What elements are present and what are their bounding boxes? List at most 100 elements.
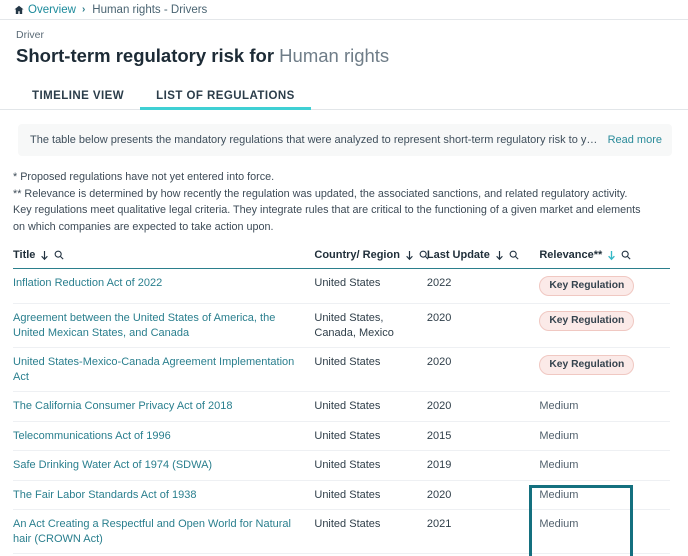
sort-down-icon[interactable] xyxy=(607,250,616,261)
regulation-link[interactable]: The California Consumer Privacy Act of 2… xyxy=(13,400,233,412)
cell-country-region: United States xyxy=(314,348,427,392)
cell-country-region: United States xyxy=(314,269,427,304)
cell-last-update: 2021 xyxy=(427,510,527,554)
page-title: Short-term regulatory risk for Human rig… xyxy=(16,44,688,67)
breadcrumb: Overview › Human rights - Drivers xyxy=(0,0,688,20)
table-header: Title Country/ Region xyxy=(13,249,670,269)
cell-country-region: United States, Canada, Mexico xyxy=(314,304,427,348)
relevance-value: Medium xyxy=(539,518,578,530)
cell-spacer xyxy=(634,421,670,451)
cell-country-region: United States xyxy=(314,480,427,510)
sort-down-icon[interactable] xyxy=(40,250,49,261)
read-more-link[interactable]: Read more xyxy=(598,134,662,146)
column-header-last-update[interactable]: Last Update xyxy=(427,249,527,269)
column-header-country-label: Country/ Region xyxy=(314,249,400,261)
table-body: Inflation Reduction Act of 2022 United St… xyxy=(13,269,670,556)
cell-last-update: 2020 xyxy=(427,480,527,510)
cell-country-region: United States xyxy=(314,451,427,481)
sort-down-icon[interactable] xyxy=(495,250,504,261)
regulation-link[interactable]: Safe Drinking Water Act of 1974 (SDWA) xyxy=(13,459,212,471)
cell-spacer xyxy=(634,480,670,510)
cell-title: Safe Drinking Water Act of 1974 (SDWA) xyxy=(13,451,314,481)
regulations-table-wrapper: Title Country/ Region xyxy=(0,249,688,556)
search-icon[interactable] xyxy=(621,250,631,260)
cell-relevance: Key Regulation xyxy=(527,304,633,348)
column-header-relevance[interactable]: Relevance** xyxy=(527,249,633,269)
cell-relevance: Medium xyxy=(527,510,633,554)
cell-title: The Fair Labor Standards Act of 1938 xyxy=(13,480,314,510)
regulation-link[interactable]: Inflation Reduction Act of 2022 xyxy=(13,277,162,289)
cell-relevance: Medium xyxy=(527,421,633,451)
cell-relevance: Medium xyxy=(527,392,633,422)
column-header-spacer xyxy=(634,249,670,269)
cell-title: Telecommunications Act of 1996 xyxy=(13,421,314,451)
regulation-link[interactable]: The Fair Labor Standards Act of 1938 xyxy=(13,489,196,501)
cell-spacer xyxy=(634,392,670,422)
column-header-country-region[interactable]: Country/ Region xyxy=(314,249,427,269)
info-banner: The table below presents the mandatory r… xyxy=(18,124,672,156)
home-icon xyxy=(14,5,24,15)
table-row: Inflation Reduction Act of 2022 United St… xyxy=(13,269,670,304)
cell-last-update: 2020 xyxy=(427,348,527,392)
table-row: The Fair Labor Standards Act of 1938 Unit… xyxy=(13,480,670,510)
column-header-last-update-label: Last Update xyxy=(427,249,490,261)
cell-spacer xyxy=(634,451,670,481)
cell-title: United States-Mexico-Canada Agreement Im… xyxy=(13,348,314,392)
footnote-proposed: * Proposed regulations have not yet ente… xyxy=(13,169,646,186)
breadcrumb-home-label: Overview xyxy=(28,4,76,16)
footnotes: * Proposed regulations have not yet ente… xyxy=(13,169,646,235)
search-icon[interactable] xyxy=(509,250,519,260)
relevance-value: Medium xyxy=(539,459,578,471)
breadcrumb-current[interactable]: Human rights - Drivers xyxy=(92,4,207,16)
search-icon[interactable] xyxy=(54,250,64,260)
cell-title: The California Consumer Privacy Act of 2… xyxy=(13,392,314,422)
relevance-value: Medium xyxy=(539,489,578,501)
table-header-row: Title Country/ Region xyxy=(13,249,670,269)
regulations-table: Title Country/ Region xyxy=(13,249,670,556)
relevance-value: Medium xyxy=(539,400,578,412)
cell-spacer xyxy=(634,510,670,554)
info-banner-text: The table below presents the mandatory r… xyxy=(30,134,598,146)
key-regulation-badge: Key Regulation xyxy=(539,276,634,296)
cell-spacer xyxy=(634,269,670,304)
sort-down-icon[interactable] xyxy=(405,250,414,261)
breadcrumb-home-link[interactable]: Overview xyxy=(14,4,76,16)
relevance-value: Medium xyxy=(539,430,578,442)
regulation-link[interactable]: United States-Mexico-Canada Agreement Im… xyxy=(13,356,294,383)
key-regulation-badge: Key Regulation xyxy=(539,355,634,375)
cell-last-update: 2015 xyxy=(427,421,527,451)
cell-title: An Act Creating a Respectful and Open Wo… xyxy=(13,510,314,554)
cell-title: Agreement between the United States of A… xyxy=(13,304,314,348)
regulation-link[interactable]: Agreement between the United States of A… xyxy=(13,312,275,339)
cell-spacer xyxy=(634,304,670,348)
table-row: Telecommunications Act of 1996 United Sta… xyxy=(13,421,670,451)
page-header: Driver Short-term regulatory risk for Hu… xyxy=(0,20,688,67)
table-row: Safe Drinking Water Act of 1974 (SDWA) Un… xyxy=(13,451,670,481)
page-title-rest: Human rights xyxy=(274,45,389,66)
cell-last-update: 2020 xyxy=(427,392,527,422)
cell-spacer xyxy=(634,348,670,392)
column-header-relevance-label: Relevance** xyxy=(539,249,602,261)
regulation-link[interactable]: Telecommunications Act of 1996 xyxy=(13,430,171,442)
cell-last-update: 2019 xyxy=(427,451,527,481)
cell-last-update: 2022 xyxy=(427,269,527,304)
column-header-title-label: Title xyxy=(13,249,35,261)
regulation-link[interactable]: An Act Creating a Respectful and Open Wo… xyxy=(13,518,291,545)
cell-relevance: Key Regulation xyxy=(527,269,633,304)
table-row: The California Consumer Privacy Act of 2… xyxy=(13,392,670,422)
table-row: An Act Creating a Respectful and Open Wo… xyxy=(13,510,670,554)
cell-country-region: United States xyxy=(314,421,427,451)
tab-bar: TIMELINE VIEW LIST OF REGULATIONS xyxy=(0,83,688,110)
cell-title: Inflation Reduction Act of 2022 xyxy=(13,269,314,304)
breadcrumb-separator-icon: › xyxy=(82,4,85,15)
table-row: Agreement between the United States of A… xyxy=(13,304,670,348)
footnote-relevance: ** Relevance is determined by how recent… xyxy=(13,186,646,236)
cell-relevance: Medium xyxy=(527,480,633,510)
cell-last-update: 2020 xyxy=(427,304,527,348)
cell-relevance: Key Regulation xyxy=(527,348,633,392)
tab-timeline-view[interactable]: TIMELINE VIEW xyxy=(16,90,140,109)
page-eyebrow: Driver xyxy=(16,29,688,42)
table-row: United States-Mexico-Canada Agreement Im… xyxy=(13,348,670,392)
column-header-title[interactable]: Title xyxy=(13,249,314,269)
tab-list-of-regulations[interactable]: LIST OF REGULATIONS xyxy=(140,90,311,109)
